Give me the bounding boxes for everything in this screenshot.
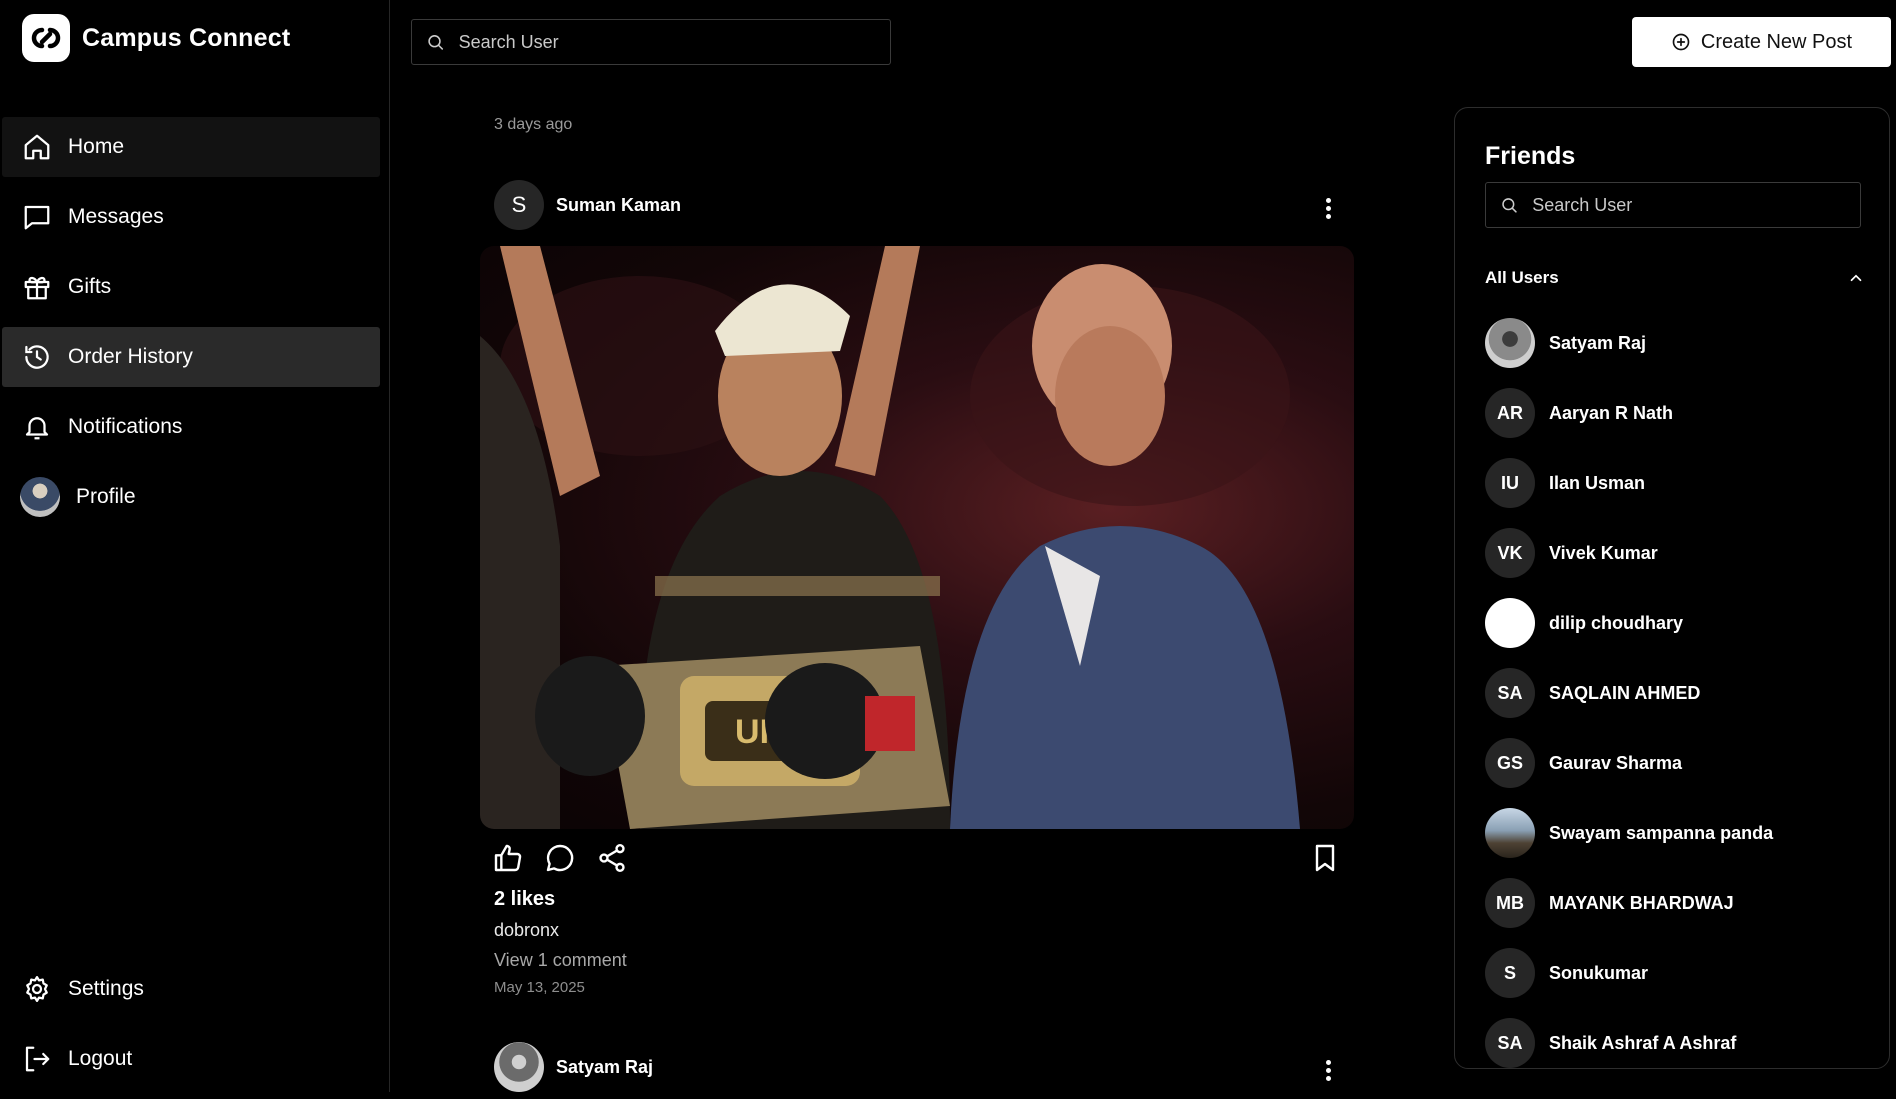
bottom-nav: Settings Logout [2,959,380,1099]
post-timestamp: 3 days ago [494,116,573,133]
nav-label-gifts: Gifts [68,275,112,298]
all-users-toggle[interactable]: All Users [1485,268,1865,288]
next-post-header: Satyam Raj [494,1042,653,1092]
user-row[interactable]: Swayam sampanna panda [1485,798,1865,868]
nav-label-messages: Messages [68,205,164,228]
comment-icon[interactable] [544,842,576,874]
share-icon[interactable] [596,842,628,874]
main-nav: Home Messages Gifts Order History Notifi… [2,117,380,537]
user-name: dilip choudhary [1549,612,1684,633]
nav-label-logout: Logout [68,1047,133,1070]
nav-label-profile: Profile [76,485,136,508]
user-avatar: VK [1485,528,1535,578]
next-post-author-avatar[interactable] [494,1042,544,1092]
search-icon [1502,198,1517,213]
user-row[interactable]: SA Shaik Ashraf A Ashraf [1485,1008,1865,1068]
user-avatar [1485,598,1535,648]
user-avatar: GS [1485,738,1535,788]
gift-icon [24,276,50,300]
user-avatar: AR [1485,388,1535,438]
post-image[interactable]: UFC [480,246,1354,829]
user-avatar: SA [1485,1018,1535,1068]
author-avatar[interactable]: S [494,180,544,230]
gear-icon [26,976,48,1002]
friends-search-bar[interactable] [1485,182,1861,228]
user-row[interactable]: Satyam Raj [1485,308,1865,378]
post-author[interactable]: Suman Kaman [556,195,681,216]
user-name: Gaurav Sharma [1549,752,1683,773]
nav-item-home[interactable]: Home [2,117,380,177]
create-post-button[interactable]: Create New Post [1632,17,1891,67]
post-caption: dobronx [494,920,560,940]
message-icon [24,205,50,230]
user-name: Aaryan R Nath [1549,402,1674,423]
user-row[interactable]: GS Gaurav Sharma [1485,728,1865,798]
user-row[interactable]: AR Aaryan R Nath [1485,378,1865,448]
user-row[interactable]: dilip choudhary [1485,588,1865,658]
user-row[interactable]: SA SAQLAIN AHMED [1485,658,1865,728]
user-row[interactable]: MB MAYANK BHARDWAJ [1485,868,1865,938]
nav-label-home: Home [68,135,125,158]
search-input[interactable] [458,31,890,53]
user-name: Swayam sampanna panda [1549,822,1774,843]
nav-item-notifications[interactable]: Notifications [2,397,380,457]
search-bar[interactable] [411,19,891,65]
brand-logo-icon [22,14,70,62]
nav-label-order-history: Order History [68,345,193,368]
user-avatar: MB [1485,878,1535,928]
nav-item-logout[interactable]: Logout [2,1029,380,1089]
user-name: Vivek Kumar [1549,542,1658,563]
next-post-menu-button[interactable] [1318,1055,1338,1085]
plus-circle-icon [1672,33,1690,51]
user-list: Satyam Raj AR Aaryan R Nath IU Ilan Usma… [1485,308,1865,1068]
user-name: SAQLAIN AHMED [1549,682,1701,703]
chevron-up-icon [1850,274,1862,282]
nav-label-settings: Settings [68,977,144,1000]
user-avatar [1485,808,1535,858]
friends-search-input[interactable] [1532,194,1860,216]
search-icon [428,35,444,50]
user-avatar: S [1485,948,1535,998]
friends-title: Friends [1485,142,1576,170]
post-menu-button[interactable] [1318,193,1338,223]
user-name: Ilan Usman [1549,472,1646,493]
nav-item-profile[interactable]: Profile [2,467,380,527]
nav-label-notifications: Notifications [68,415,183,438]
create-post-label: Create New Post [1700,30,1853,53]
view-comments-link[interactable]: View 1 comment [494,950,627,971]
user-name: MAYANK BHARDWAJ [1549,892,1734,913]
brand-name: Campus Connect [82,23,291,52]
bookmark-button[interactable] [1309,842,1341,879]
bell-icon [25,417,49,440]
likes-count: 2 likes [494,888,556,910]
post-actions [492,842,628,874]
nav-item-order-history[interactable]: Order History [2,327,380,387]
user-avatar: SA [1485,668,1535,718]
sidebar: Campus Connect Home Messages Gifts Order… [0,0,390,1092]
user-avatar: IU [1485,458,1535,508]
logout-icon [25,1046,50,1072]
profile-avatar [20,477,60,517]
next-post-author[interactable]: Satyam Raj [556,1057,653,1078]
nav-item-gifts[interactable]: Gifts [2,257,380,317]
user-row[interactable]: S Sonukumar [1485,938,1865,1008]
bookmark-icon [1315,844,1335,872]
nav-item-messages[interactable]: Messages [2,187,380,247]
history-icon [25,345,49,369]
home-icon [24,134,50,160]
user-name: Shaik Ashraf A Ashraf [1549,1032,1737,1053]
nav-item-settings[interactable]: Settings [2,959,380,1019]
post-header: S Suman Kaman [494,180,681,230]
like-icon[interactable] [492,842,524,874]
user-name: Sonukumar [1549,962,1649,983]
post-date: May 13, 2025 [494,979,585,996]
user-avatar [1485,318,1535,368]
all-users-label: All Users [1485,268,1559,287]
user-row[interactable]: IU Ilan Usman [1485,448,1865,518]
user-row[interactable]: VK Vivek Kumar [1485,518,1865,588]
post-photo: UFC [480,246,1300,829]
brand[interactable]: Campus Connect [22,14,290,62]
friends-panel: Friends All Users Satyam Raj AR Aaryan R… [1454,107,1890,1069]
user-name: Satyam Raj [1549,332,1647,353]
